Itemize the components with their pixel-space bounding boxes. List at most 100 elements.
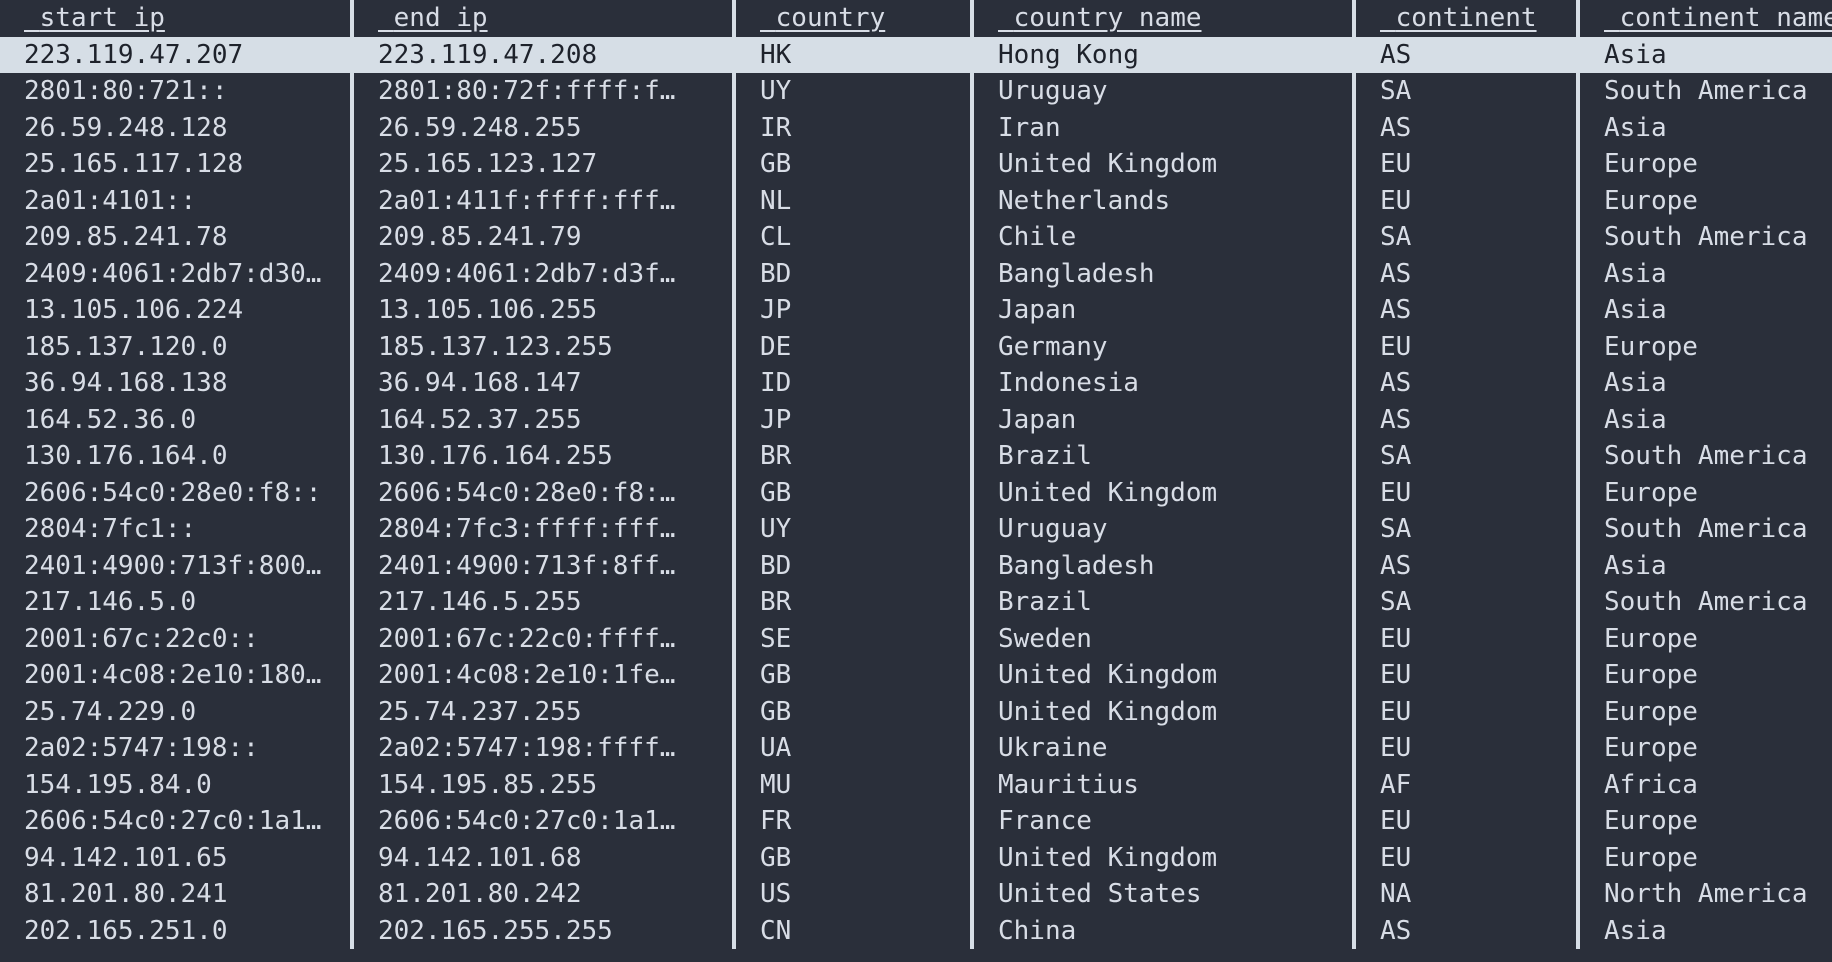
cell-continent: AF bbox=[1356, 767, 1576, 804]
table-row[interactable]: 2804:7fc1::2804:7fc3:ffff:fff…UYUruguayS… bbox=[0, 511, 1832, 548]
cell-end_ip: 2001:67c:22c0:ffff… bbox=[354, 621, 732, 658]
table-row[interactable]: 13.105.106.22413.105.106.255JPJapanASAsi… bbox=[0, 292, 1832, 329]
cell-continent: EU bbox=[1356, 840, 1576, 877]
cell-start_ip: 164.52.36.0 bbox=[0, 402, 350, 439]
col-header-country[interactable]: country bbox=[736, 0, 970, 37]
cell-start_ip: 2a02:5747:198:: bbox=[0, 730, 350, 767]
col-header-start-ip[interactable]: start_ip bbox=[0, 0, 350, 37]
cell-country: FR bbox=[736, 803, 970, 840]
cell-continent: NA bbox=[1356, 876, 1576, 913]
cell-country_name: United Kingdom bbox=[974, 146, 1352, 183]
cell-country_name: Sweden bbox=[974, 621, 1352, 658]
cell-country_name: Brazil bbox=[974, 438, 1352, 475]
cell-end_ip: 26.59.248.255 bbox=[354, 110, 732, 147]
table-row[interactable]: 81.201.80.24181.201.80.242USUnited State… bbox=[0, 876, 1832, 913]
cell-continent_name: Asia bbox=[1580, 548, 1832, 585]
cell-continent: AS bbox=[1356, 913, 1576, 950]
cell-continent: SA bbox=[1356, 511, 1576, 548]
cell-continent: EU bbox=[1356, 730, 1576, 767]
cell-country_name: United States bbox=[974, 876, 1352, 913]
table-row[interactable]: 2401:4900:713f:800…2401:4900:713f:8ff…BD… bbox=[0, 548, 1832, 585]
table-row[interactable]: 26.59.248.12826.59.248.255IRIranASAsia bbox=[0, 110, 1832, 147]
cell-country: BR bbox=[736, 584, 970, 621]
cell-end_ip: 81.201.80.242 bbox=[354, 876, 732, 913]
cell-country_name: Bangladesh bbox=[974, 256, 1352, 293]
table-row[interactable]: 2606:54c0:28e0:f8::2606:54c0:28e0:f8:…GB… bbox=[0, 475, 1832, 512]
cell-end_ip: 223.119.47.208 bbox=[354, 37, 732, 74]
cell-end_ip: 154.195.85.255 bbox=[354, 767, 732, 804]
cell-country: GB bbox=[736, 657, 970, 694]
table-row[interactable]: 2001:4c08:2e10:180…2001:4c08:2e10:1fe…GB… bbox=[0, 657, 1832, 694]
table-row[interactable]: 2a02:5747:198::2a02:5747:198:ffff…UAUkra… bbox=[0, 730, 1832, 767]
cell-start_ip: 130.176.164.0 bbox=[0, 438, 350, 475]
cell-country: MU bbox=[736, 767, 970, 804]
cell-country_name: United Kingdom bbox=[974, 475, 1352, 512]
cell-end_ip: 2a01:411f:ffff:fff… bbox=[354, 183, 732, 220]
table-row[interactable]: 209.85.241.78209.85.241.79CLChileSASouth… bbox=[0, 219, 1832, 256]
cell-country_name: Bangladesh bbox=[974, 548, 1352, 585]
cell-end_ip: 94.142.101.68 bbox=[354, 840, 732, 877]
cell-continent_name: Europe bbox=[1580, 840, 1832, 877]
cell-start_ip: 2a01:4101:: bbox=[0, 183, 350, 220]
col-header-continent[interactable]: continent bbox=[1356, 0, 1576, 37]
table-row[interactable]: 202.165.251.0202.165.255.255CNChinaASAsi… bbox=[0, 913, 1832, 950]
table-row[interactable]: 2409:4061:2db7:d30…2409:4061:2db7:d3f…BD… bbox=[0, 256, 1832, 293]
cell-end_ip: 2001:4c08:2e10:1fe… bbox=[354, 657, 732, 694]
cell-country: GB bbox=[736, 840, 970, 877]
cell-country_name: Japan bbox=[974, 402, 1352, 439]
cell-country_name: Ukraine bbox=[974, 730, 1352, 767]
cell-country: BD bbox=[736, 256, 970, 293]
ip-geo-table[interactable]: start_ip end_ip country country_name con… bbox=[0, 0, 1832, 949]
cell-country: NL bbox=[736, 183, 970, 220]
cell-country_name: Hong Kong bbox=[974, 37, 1352, 74]
cell-end_ip: 2606:54c0:27c0:1a1… bbox=[354, 803, 732, 840]
table-row[interactable]: 25.165.117.12825.165.123.127GBUnited Kin… bbox=[0, 146, 1832, 183]
table-row[interactable]: 154.195.84.0154.195.85.255MUMauritiusAFA… bbox=[0, 767, 1832, 804]
cell-continent_name: Europe bbox=[1580, 146, 1832, 183]
cell-start_ip: 223.119.47.207 bbox=[0, 37, 350, 74]
cell-country_name: Iran bbox=[974, 110, 1352, 147]
table-row[interactable]: 217.146.5.0217.146.5.255BRBrazilSASouth … bbox=[0, 584, 1832, 621]
col-header-end-ip[interactable]: end_ip bbox=[354, 0, 732, 37]
cell-continent_name: Europe bbox=[1580, 694, 1832, 731]
cell-start_ip: 2606:54c0:28e0:f8:: bbox=[0, 475, 350, 512]
cell-end_ip: 2409:4061:2db7:d3f… bbox=[354, 256, 732, 293]
cell-end_ip: 2801:80:72f:ffff:f… bbox=[354, 73, 732, 110]
table-row[interactable]: 2a01:4101::2a01:411f:ffff:fff…NLNetherla… bbox=[0, 183, 1832, 220]
cell-country_name: Mauritius bbox=[974, 767, 1352, 804]
table-row[interactable]: 130.176.164.0130.176.164.255BRBrazilSASo… bbox=[0, 438, 1832, 475]
table-row[interactable]: 223.119.47.207223.119.47.208HKHong KongA… bbox=[0, 37, 1832, 74]
cell-end_ip: 25.165.123.127 bbox=[354, 146, 732, 183]
cell-country: US bbox=[736, 876, 970, 913]
cell-start_ip: 36.94.168.138 bbox=[0, 365, 350, 402]
cell-country: BD bbox=[736, 548, 970, 585]
table-row[interactable]: 2001:67c:22c0::2001:67c:22c0:ffff…SESwed… bbox=[0, 621, 1832, 658]
table-row[interactable]: 2801:80:721::2801:80:72f:ffff:f…UYUrugua… bbox=[0, 73, 1832, 110]
col-header-country-name[interactable]: country_name bbox=[974, 0, 1352, 37]
cell-continent: EU bbox=[1356, 657, 1576, 694]
cell-start_ip: 2804:7fc1:: bbox=[0, 511, 350, 548]
cell-end_ip: 2606:54c0:28e0:f8:… bbox=[354, 475, 732, 512]
cell-end_ip: 25.74.237.255 bbox=[354, 694, 732, 731]
table-row[interactable]: 94.142.101.6594.142.101.68GBUnited Kingd… bbox=[0, 840, 1832, 877]
table-row[interactable]: 25.74.229.025.74.237.255GBUnited Kingdom… bbox=[0, 694, 1832, 731]
table-row[interactable]: 36.94.168.13836.94.168.147IDIndonesiaASA… bbox=[0, 365, 1832, 402]
cell-continent: SA bbox=[1356, 73, 1576, 110]
table-row[interactable]: 164.52.36.0164.52.37.255JPJapanASAsia bbox=[0, 402, 1832, 439]
cell-end_ip: 2804:7fc3:ffff:fff… bbox=[354, 511, 732, 548]
cell-start_ip: 2801:80:721:: bbox=[0, 73, 350, 110]
cell-end_ip: 202.165.255.255 bbox=[354, 913, 732, 950]
cell-continent: EU bbox=[1356, 803, 1576, 840]
cell-continent_name: Europe bbox=[1580, 329, 1832, 366]
cell-continent_name: Europe bbox=[1580, 730, 1832, 767]
table-row[interactable]: 185.137.120.0185.137.123.255DEGermanyEUE… bbox=[0, 329, 1832, 366]
cell-start_ip: 25.74.229.0 bbox=[0, 694, 350, 731]
cell-continent: AS bbox=[1356, 110, 1576, 147]
cell-continent_name: South America bbox=[1580, 219, 1832, 256]
cell-country_name: Netherlands bbox=[974, 183, 1352, 220]
table-row[interactable]: 2606:54c0:27c0:1a1…2606:54c0:27c0:1a1…FR… bbox=[0, 803, 1832, 840]
cell-continent: AS bbox=[1356, 365, 1576, 402]
col-header-continent-name[interactable]: continent_name bbox=[1580, 0, 1832, 37]
cell-continent_name: Africa bbox=[1580, 767, 1832, 804]
cell-country_name: Brazil bbox=[974, 584, 1352, 621]
